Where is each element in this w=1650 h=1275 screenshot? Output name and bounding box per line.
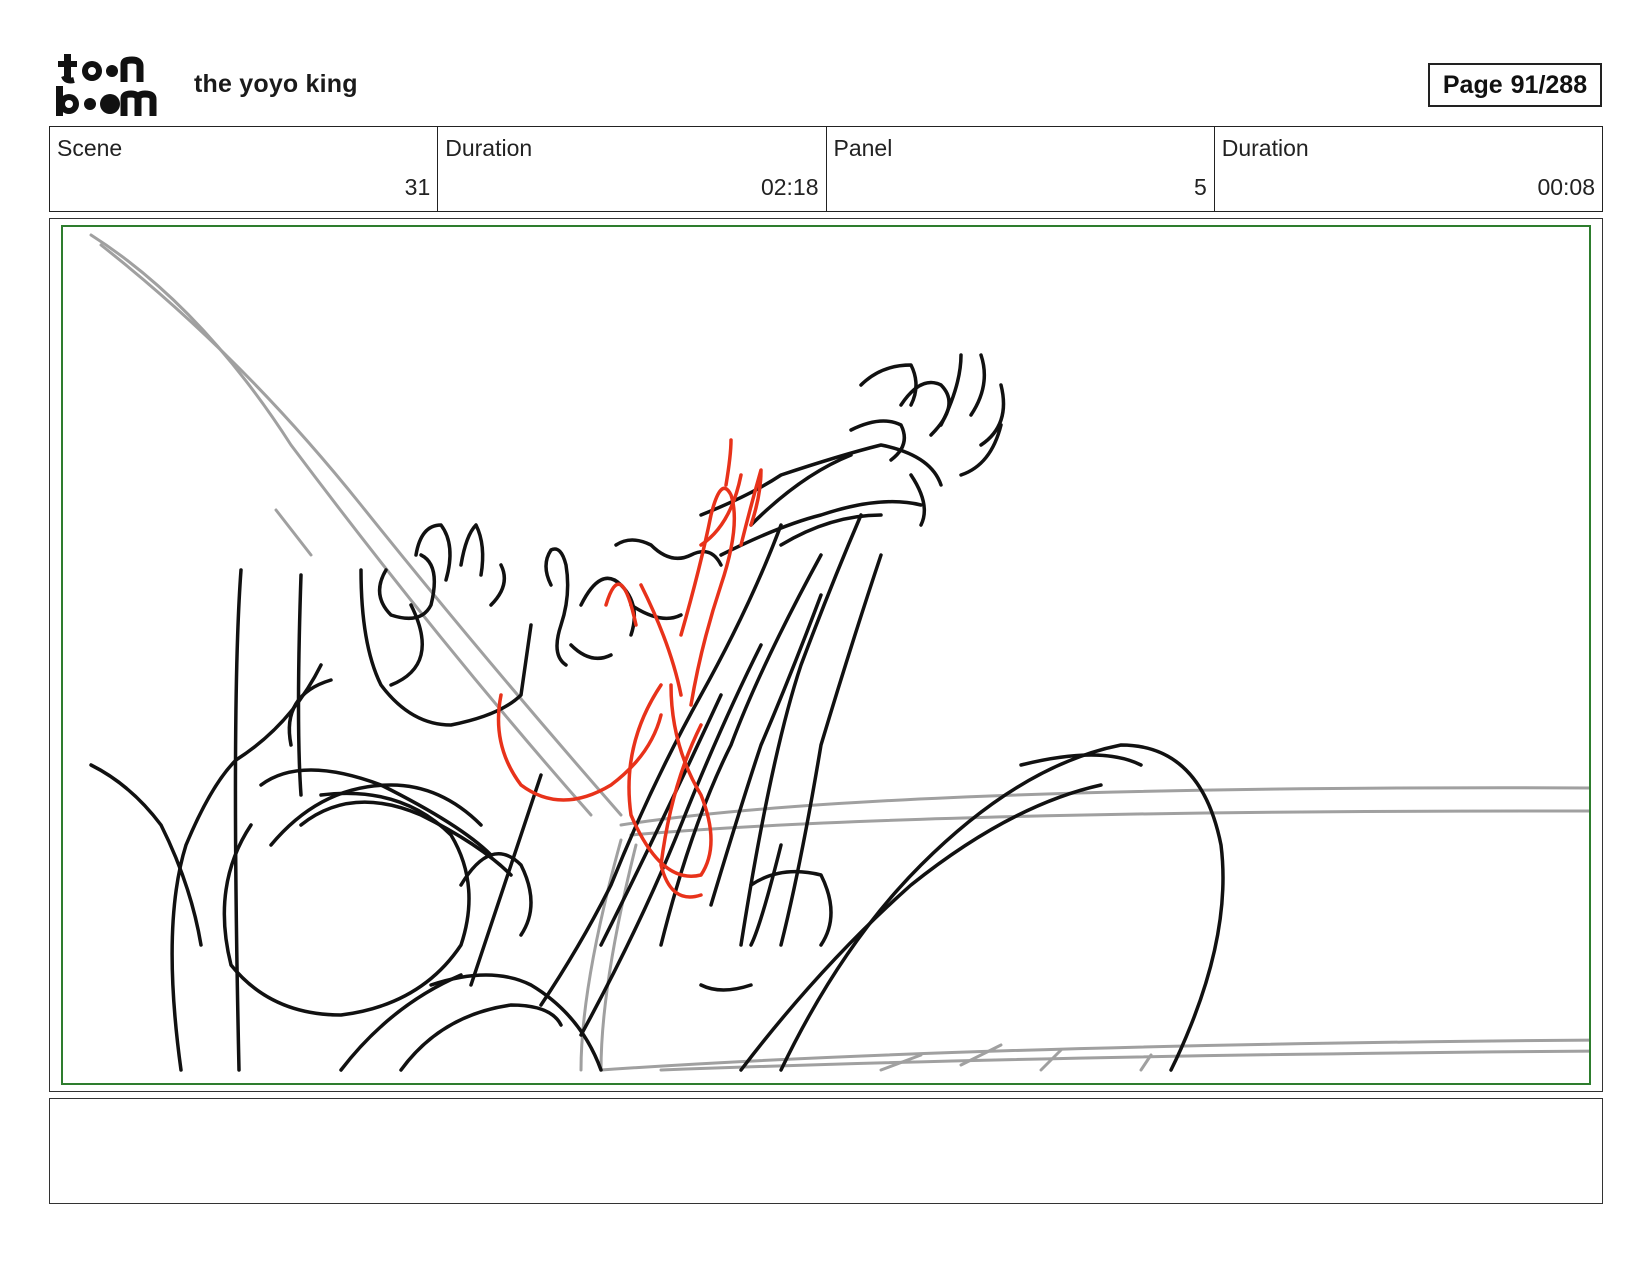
page-number: 91/288 [1510, 70, 1588, 99]
scene-value: 31 [404, 174, 431, 200]
toon-boom-logo [56, 54, 157, 116]
panel-duration-label: Duration [1221, 135, 1309, 161]
panel-notes-text [50, 1099, 1602, 1115]
page-label: Page [1442, 70, 1503, 99]
panel-cell: Panel 5 [827, 127, 1215, 211]
project-title: the yoyo king [194, 70, 358, 98]
scene-duration-value: 02:18 [760, 174, 819, 200]
panel-safe-frame [61, 225, 1591, 1085]
panel-value: 5 [1193, 174, 1207, 200]
page-indicator: Page 91/288 [1428, 63, 1602, 107]
panel-notes-box [49, 1098, 1603, 1204]
panel-duration-cell: Duration 00:08 [1215, 127, 1602, 211]
panel-label: Panel [833, 135, 893, 161]
scene-label: Scene [57, 135, 123, 161]
scene-cell: Scene 31 [50, 127, 439, 211]
panel-duration-value: 00:08 [1537, 174, 1595, 200]
scene-info-table: Scene 31 Duration 02:18 Panel 5 Duration… [49, 126, 1603, 212]
scene-duration-label: Duration [445, 135, 533, 161]
scene-duration-cell: Duration 02:18 [438, 127, 827, 211]
